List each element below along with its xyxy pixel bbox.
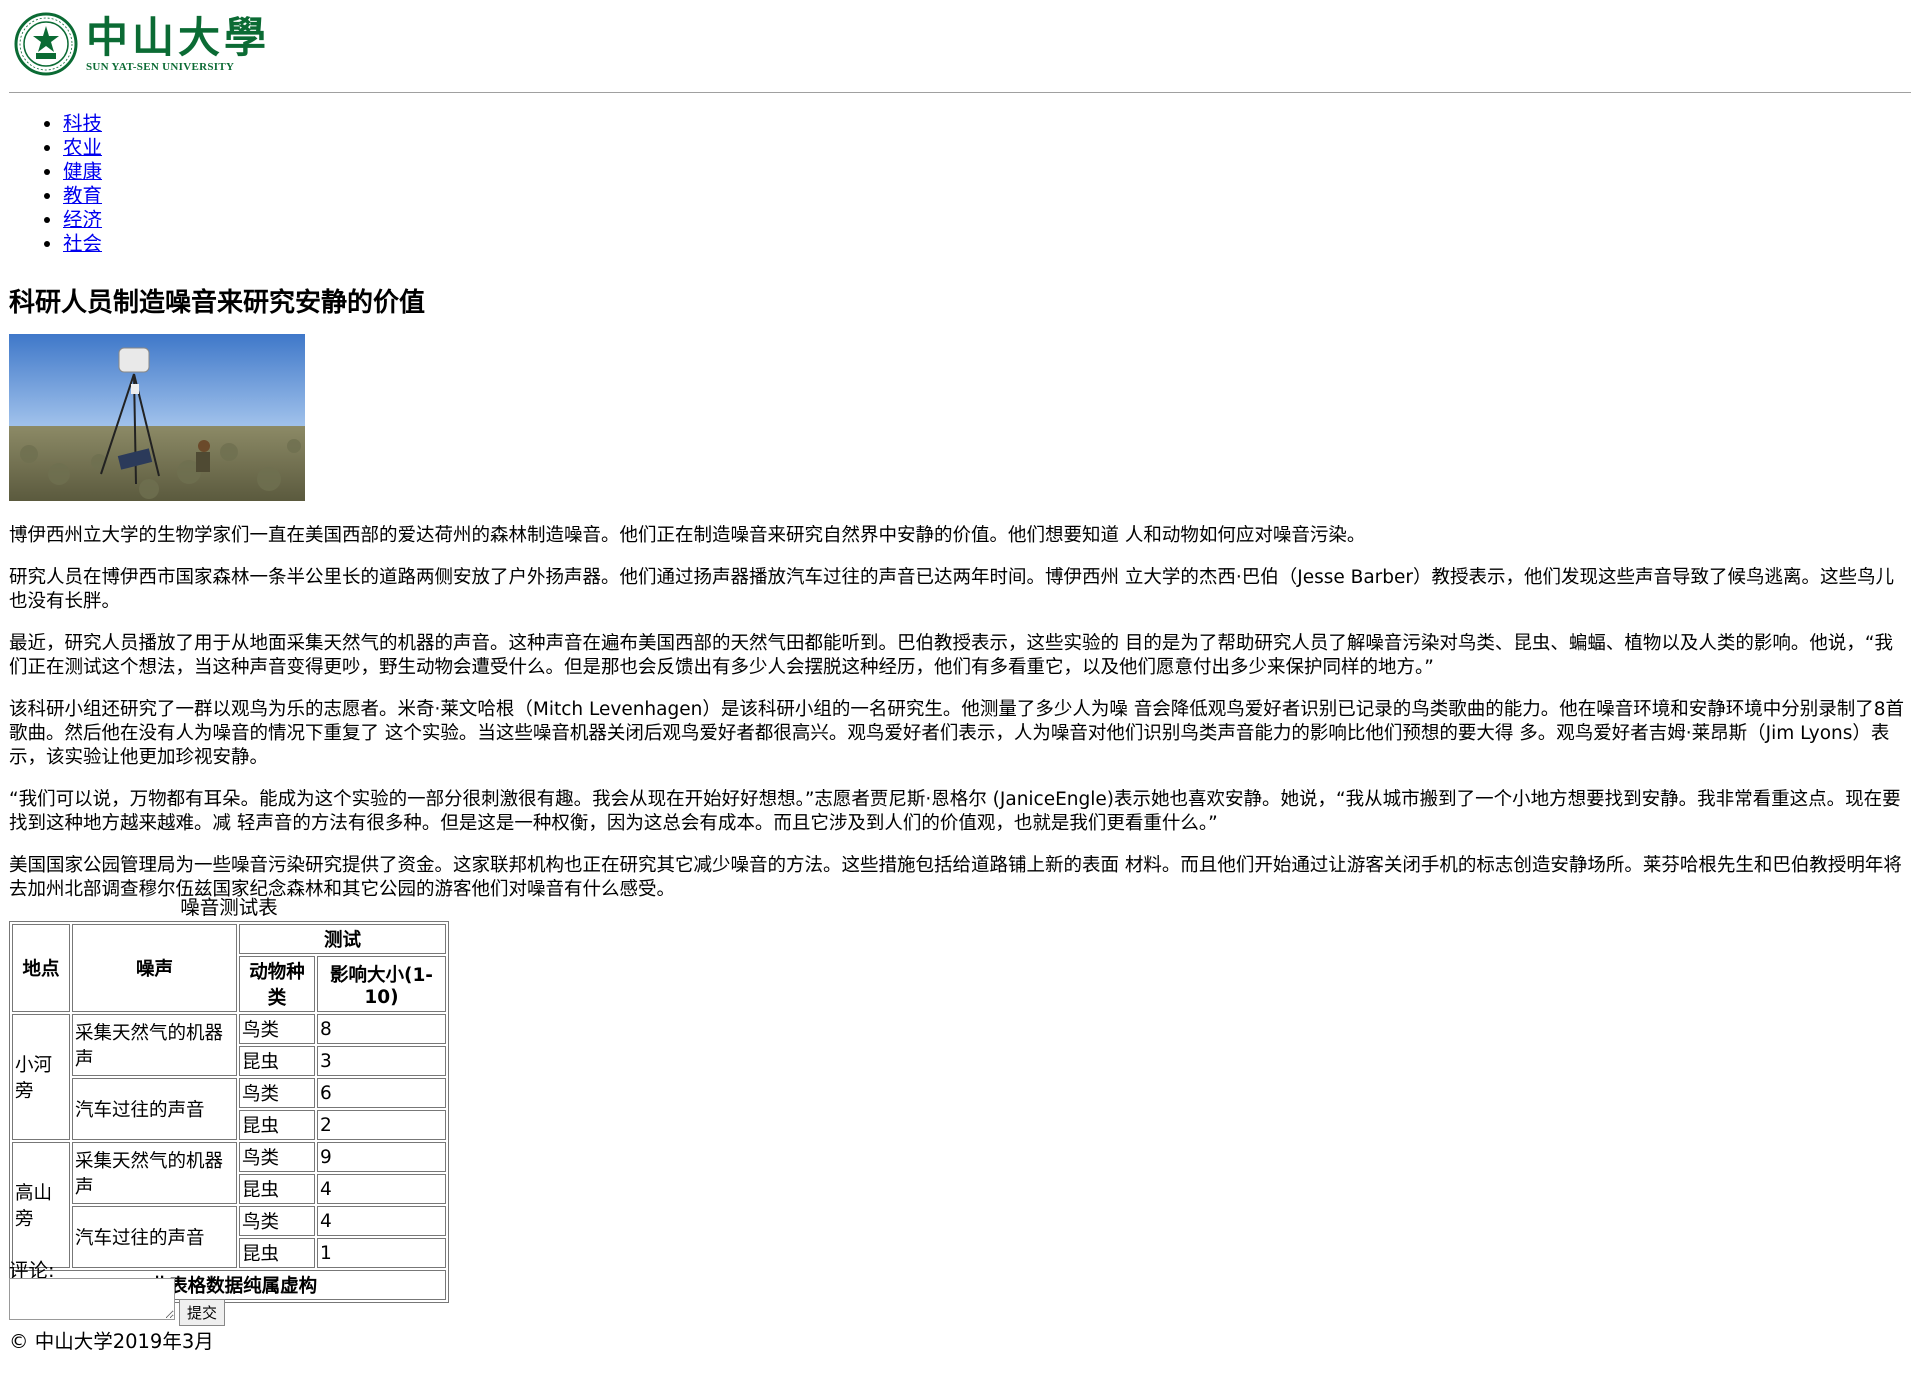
logo-chinese-name: 中山大學 bbox=[86, 12, 271, 62]
header-test: 测试 bbox=[239, 924, 446, 954]
cell-species: 昆虫 bbox=[239, 1238, 315, 1268]
header-species: 动物种类 bbox=[239, 956, 315, 1012]
cell-impact: 4 bbox=[317, 1174, 446, 1204]
comment-textarea[interactable] bbox=[9, 1278, 175, 1320]
table-row: 汽车过往的声音 鸟类 4 bbox=[12, 1206, 446, 1268]
nav-link-agriculture[interactable]: 农业 bbox=[63, 136, 102, 159]
table-row: 小河旁 采集天然气的机器声 鸟类 8 bbox=[12, 1014, 446, 1140]
header-impact: 影响大小(1-10) bbox=[317, 956, 446, 1012]
cell-location: 小河旁 bbox=[12, 1014, 70, 1140]
nav-link-economy[interactable]: 经济 bbox=[63, 208, 102, 231]
cell-impact: 9 bbox=[317, 1142, 446, 1172]
footer-copyright: © 中山大学2019年3月 bbox=[9, 1330, 214, 1353]
table-row: 汽车过往的声音 鸟类 6 bbox=[12, 1078, 446, 1140]
nav-item-education: 教育 bbox=[63, 184, 102, 208]
nav-link-education[interactable]: 教育 bbox=[63, 184, 102, 207]
nav-link-health[interactable]: 健康 bbox=[63, 160, 102, 183]
noise-table-section: 噪音测试表 地点 噪声 测试 动物种类 影响大小(1-10) 小河旁 采集天然气… bbox=[9, 895, 449, 1303]
logo-english-name: SUN YAT-SEN UNIVERSITY bbox=[86, 60, 235, 73]
cell-impact: 4 bbox=[317, 1206, 446, 1236]
nav-item-health: 健康 bbox=[63, 160, 102, 184]
header-location: 地点 bbox=[12, 924, 70, 1012]
cell-impact: 2 bbox=[317, 1110, 446, 1140]
header-noise: 噪声 bbox=[72, 924, 237, 1012]
cell-impact: 1 bbox=[317, 1238, 446, 1268]
cell-species: 昆虫 bbox=[239, 1174, 315, 1204]
noise-test-table: 地点 噪声 测试 动物种类 影响大小(1-10) 小河旁 采集天然气的机器声 鸟… bbox=[9, 921, 449, 1303]
header-divider bbox=[9, 92, 1911, 93]
page: 中山大學 SUN YAT-SEN UNIVERSITY 科技 农业 健康 教育 … bbox=[9, 0, 1911, 1353]
article-paragraph: “我们可以说，万物都有耳朵。能成为这个实验的一部分很刺激很有趣。我会从现在开始好… bbox=[9, 789, 1901, 834]
cell-impact: 8 bbox=[317, 1014, 446, 1044]
table-row: 高山旁 采集天然气的机器声 鸟类 9 bbox=[12, 1142, 446, 1268]
nav-link-society[interactable]: 社会 bbox=[63, 232, 102, 255]
cell-species: 鸟类 bbox=[239, 1078, 315, 1108]
nav-item-agriculture: 农业 bbox=[63, 136, 102, 160]
cell-noise: 汽车过往的声音 bbox=[72, 1206, 237, 1268]
article-title: 科研人员制造噪音来研究安静的价值 bbox=[9, 288, 426, 318]
submit-button[interactable]: 提交 bbox=[179, 1299, 226, 1326]
university-logo: 中山大學 SUN YAT-SEN UNIVERSITY bbox=[14, 12, 270, 76]
cell-noise: 采集天然气的机器声 bbox=[72, 1014, 237, 1076]
cell-noise: 采集天然气的机器声 bbox=[72, 1142, 237, 1204]
cell-location: 高山旁 bbox=[12, 1142, 70, 1268]
nav-item-economy: 经济 bbox=[63, 208, 102, 232]
cell-species: 鸟类 bbox=[239, 1206, 315, 1236]
cell-impact: 6 bbox=[317, 1078, 446, 1108]
cell-impact: 3 bbox=[317, 1046, 446, 1076]
category-nav: 科技 农业 健康 教育 经济 社会 bbox=[43, 112, 102, 256]
article-paragraph: 最近，研究人员播放了用于从地面采集天然气的机器的声音。这种声音在遍布美国西部的天… bbox=[9, 633, 1893, 678]
article-body: 博伊西州立大学的生物学家们一直在美国西部的爱达荷州的森林制造噪音。他们正在制造噪… bbox=[9, 524, 1909, 920]
nav-link-tech[interactable]: 科技 bbox=[63, 112, 102, 135]
university-seal-icon bbox=[14, 12, 78, 76]
cell-species: 鸟类 bbox=[239, 1014, 315, 1044]
cell-species: 昆虫 bbox=[239, 1046, 315, 1076]
nav-item-society: 社会 bbox=[63, 232, 102, 256]
cell-species: 鸟类 bbox=[239, 1142, 315, 1172]
nav-item-tech: 科技 bbox=[63, 112, 102, 136]
table-header-row: 地点 噪声 测试 bbox=[12, 924, 446, 1012]
cell-species: 昆虫 bbox=[239, 1110, 315, 1140]
article-paragraph: 博伊西州立大学的生物学家们一直在美国西部的爱达荷州的森林制造噪音。他们正在制造噪… bbox=[9, 525, 1366, 546]
article-paragraph: 该科研小组还研究了一群以观鸟为乐的志愿者。米奇·莱文哈根（Mitch Leven… bbox=[9, 699, 1905, 768]
article-hero-image bbox=[9, 334, 305, 501]
article-paragraph: 研究人员在博伊西市国家森林一条半公里长的道路两侧安放了户外扬声器。他们通过扬声器… bbox=[9, 567, 1895, 612]
site-header: 中山大學 SUN YAT-SEN UNIVERSITY bbox=[9, 0, 1911, 89]
table-caption: 噪音测试表 bbox=[180, 896, 278, 919]
cell-noise: 汽车过往的声音 bbox=[72, 1078, 237, 1140]
